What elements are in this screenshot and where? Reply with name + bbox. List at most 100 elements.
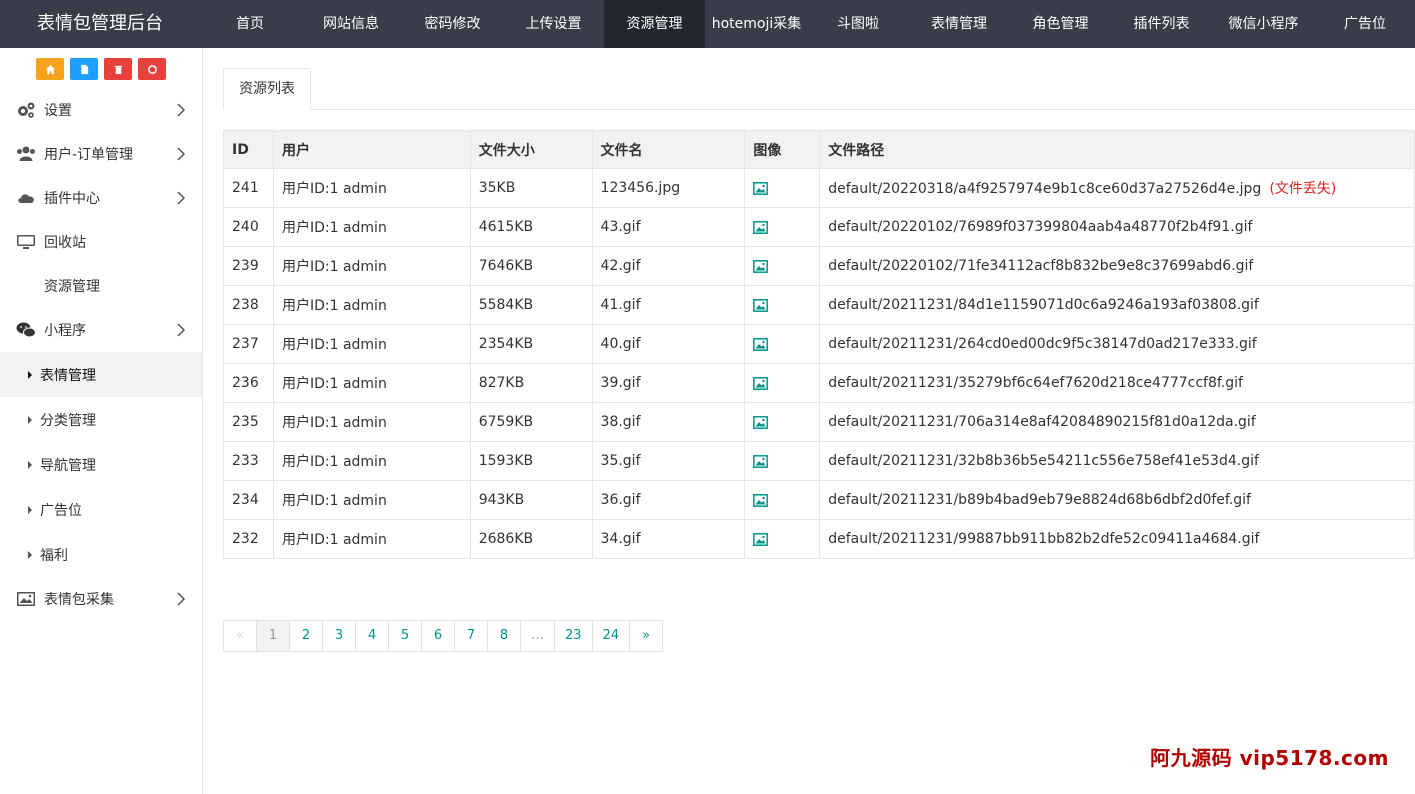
cell-user: 用户ID:1 admin — [272, 246, 471, 286]
page-link-23[interactable]: 23 — [554, 620, 593, 652]
cell-filename: 38.gif — [591, 402, 746, 442]
nav-item-9[interactable]: 插件列表 — [1111, 0, 1212, 48]
cell-path: default/20220102/76989f037399804aab4a487… — [819, 207, 1415, 247]
page-link-24[interactable]: 24 — [591, 620, 631, 652]
sidebar-item-label: 资源管理 — [44, 279, 100, 295]
file-icon — [16, 277, 36, 295]
sidebar-subitem-4[interactable]: 福利 — [0, 532, 202, 577]
table-row: 235 用户ID:1 admin 6759KB 38.gif default/20211… — [223, 402, 1415, 442]
cell-size: 2354KB — [469, 324, 593, 364]
sidebar-item-1[interactable]: 用户-订单管理 — [0, 132, 202, 176]
caret-right-icon — [28, 415, 32, 424]
page-link-6[interactable]: 6 — [421, 620, 455, 652]
nav-item-6[interactable]: 斗图啦 — [808, 0, 908, 48]
cell-filename: 36.gif — [591, 480, 746, 520]
sidebar-item-2[interactable]: 插件中心 — [0, 176, 202, 220]
picture-icon[interactable] — [753, 336, 769, 352]
nav-item-2[interactable]: 密码修改 — [402, 0, 503, 48]
picture-icon[interactable] — [753, 180, 769, 196]
page-link-3[interactable]: 3 — [322, 620, 356, 652]
sidebar-item-label: 回收站 — [44, 235, 86, 251]
page-link-1: 1 — [256, 620, 290, 652]
image-icon — [16, 590, 36, 608]
nav-item-3[interactable]: 上传设置 — [503, 0, 604, 48]
file-path: default/20211231/706a314e8af42084890215f… — [828, 414, 1256, 430]
nav-item-7[interactable]: 表情管理 — [908, 0, 1010, 48]
cell-size: 4615KB — [469, 207, 593, 247]
quick-button-home[interactable] — [36, 58, 64, 80]
picture-icon[interactable] — [753, 531, 769, 547]
users-icon — [16, 145, 36, 163]
picture-icon[interactable] — [753, 297, 769, 313]
cell-size: 943KB — [469, 480, 593, 520]
cell-user: 用户ID:1 admin — [272, 441, 471, 481]
cell-id: 236 — [223, 363, 274, 403]
cell-size: 35KB — [469, 168, 593, 208]
cell-path: default/20211231/84d1e1159071d0c6a9246a1… — [819, 285, 1415, 325]
tab-resource-list[interactable]: 资源列表 — [223, 68, 311, 110]
picture-icon[interactable] — [753, 375, 769, 391]
table-row: 236 用户ID:1 admin 827KB 39.gif default/202112… — [223, 363, 1415, 403]
picture-icon[interactable] — [753, 414, 769, 430]
sidebar-item-4[interactable]: 资源管理 — [0, 264, 202, 308]
nav-item-0[interactable]: 首页 — [200, 0, 300, 48]
sidebar-item-5[interactable]: 小程序 — [0, 308, 202, 352]
cell-user: 用户ID:1 admin — [272, 168, 471, 208]
sidebar-item-emoji-collect[interactable]: 表情包采集 — [0, 577, 202, 621]
nav-item-11[interactable]: 广告位 — [1315, 0, 1415, 48]
file-icon — [79, 64, 90, 75]
nav-item-1[interactable]: 网站信息 — [300, 0, 402, 48]
cell-id: 234 — [223, 480, 274, 520]
nav-item-10[interactable]: 微信小程序 — [1212, 0, 1315, 48]
sidebar-menu: 设置用户-订单管理插件中心回收站资源管理小程序 表情管理 分类管理 导航管理 广告位 福利… — [0, 88, 202, 621]
column-header-5: 文件路径 — [819, 130, 1415, 169]
page-link-2[interactable]: 2 — [289, 620, 323, 652]
nav-item-5[interactable]: hotemoji采集 — [705, 0, 808, 48]
trash-icon — [113, 64, 124, 75]
page-link-8[interactable]: 8 — [487, 620, 521, 652]
picture-icon[interactable] — [753, 258, 769, 274]
nav-item-8[interactable]: 角色管理 — [1010, 0, 1111, 48]
sidebar-subitem-2[interactable]: 导航管理 — [0, 442, 202, 487]
file-path: default/20211231/264cd0ed00dc9f5c38147d0… — [828, 336, 1257, 352]
table-row: 233 用户ID:1 admin 1593KB 35.gif default/20211… — [223, 441, 1415, 481]
cell-filename: 123456.jpg — [591, 168, 746, 208]
cell-user: 用户ID:1 admin — [272, 285, 471, 325]
sidebar-item-label: 用户-订单管理 — [44, 147, 134, 163]
caret-right-icon — [28, 460, 32, 469]
quick-button-file[interactable] — [70, 58, 98, 80]
sidebar-subitem-3[interactable]: 广告位 — [0, 487, 202, 532]
home-icon — [45, 64, 56, 75]
table-row: 238 用户ID:1 admin 5584KB 41.gif default/20211… — [223, 285, 1415, 325]
sidebar-item-3[interactable]: 回收站 — [0, 220, 202, 264]
page-next[interactable]: » — [629, 620, 664, 652]
cell-path: default/20211231/32b8b36b5e54211c556e758… — [819, 441, 1415, 481]
nav-item-4[interactable]: 资源管理 — [604, 0, 705, 48]
cell-user: 用户ID:1 admin — [272, 519, 471, 559]
recycle-icon — [147, 64, 158, 75]
cell-image — [744, 168, 821, 208]
quick-button-trash[interactable] — [104, 58, 132, 80]
page-link-7[interactable]: 7 — [454, 620, 488, 652]
picture-icon[interactable] — [753, 492, 769, 508]
sidebar-item-0[interactable]: 设置 — [0, 88, 202, 132]
quick-buttons — [0, 48, 202, 88]
cell-size: 2686KB — [469, 519, 593, 559]
page-link-5[interactable]: 5 — [388, 620, 422, 652]
sidebar-subitem-0[interactable]: 表情管理 — [0, 352, 202, 397]
pagination: «1 2 3 4 5 6 7 8… 23 24» — [223, 620, 664, 652]
cell-path: default/20211231/99887bb911bb82b2dfe52c0… — [819, 519, 1415, 559]
sidebar-item-label: 表情包采集 — [44, 592, 114, 608]
chevron-right-icon — [176, 190, 186, 206]
cell-filename: 42.gif — [591, 246, 746, 286]
picture-icon[interactable] — [753, 219, 769, 235]
file-path: default/20211231/84d1e1159071d0c6a9246a1… — [828, 297, 1259, 313]
page-link-4[interactable]: 4 — [355, 620, 389, 652]
cell-id: 239 — [223, 246, 274, 286]
sidebar-subitem-1[interactable]: 分类管理 — [0, 397, 202, 442]
quick-button-recycle[interactable] — [138, 58, 166, 80]
cell-id: 235 — [223, 402, 274, 442]
picture-icon[interactable] — [753, 453, 769, 469]
cell-image — [744, 285, 821, 325]
cell-path: default/20220318/a4f9257974e9b1c8ce60d37… — [819, 168, 1415, 208]
